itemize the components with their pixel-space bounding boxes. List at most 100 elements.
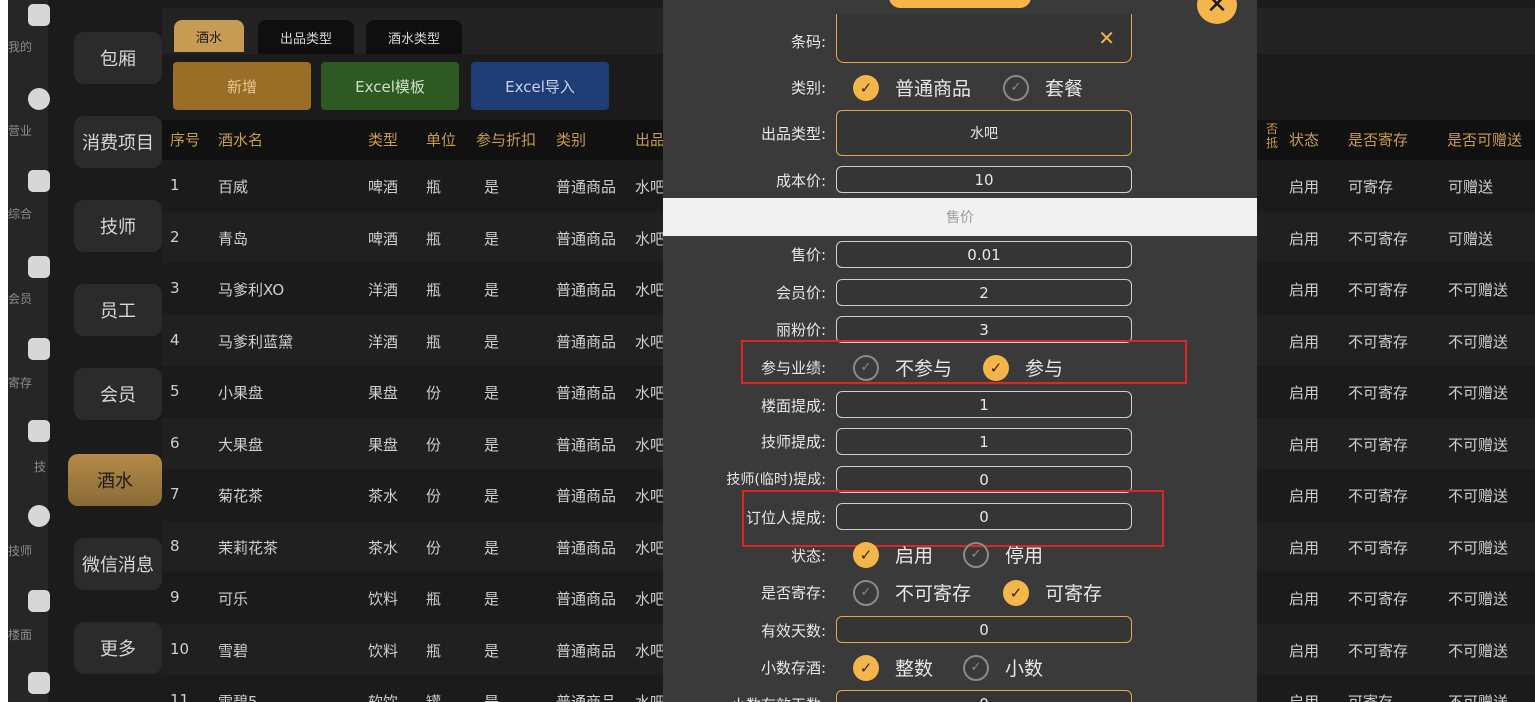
row-unit-cell: 瓶 bbox=[426, 641, 442, 660]
row-discount-cell: 是 bbox=[484, 693, 500, 702]
clear-icon[interactable]: ✕ bbox=[1098, 26, 1115, 50]
output-type-label: 出品类型: bbox=[760, 125, 826, 143]
unchecked-icon: ✓ bbox=[853, 579, 879, 606]
floor-icon[interactable] bbox=[28, 590, 50, 612]
tab-drinks[interactable]: 酒水 bbox=[174, 20, 244, 52]
row-category-cell: 普通商品 bbox=[556, 487, 617, 505]
tech-temp-commission-input[interactable]: 0 bbox=[836, 466, 1132, 493]
excel-template-button[interactable]: Excel模板 bbox=[321, 62, 459, 110]
output-type-select[interactable]: 水吧 bbox=[836, 110, 1132, 156]
row-discount-cell: 是 bbox=[484, 590, 500, 608]
row-unit-cell: 份 bbox=[426, 538, 442, 557]
row-category-cell: 普通商品 bbox=[556, 178, 617, 196]
row-name-cell: 雪碧5 bbox=[218, 693, 258, 702]
decimal-option-integer[interactable]: ✓ 整数 bbox=[853, 654, 933, 681]
excel-import-button[interactable]: Excel导入 bbox=[471, 62, 609, 110]
member-price-input[interactable]: 2 bbox=[836, 279, 1132, 306]
row-storage-cell: 可寄存 bbox=[1348, 178, 1394, 196]
col-header-fragment: 否 抵 bbox=[1266, 122, 1279, 150]
nav-label: 寄存 bbox=[8, 376, 33, 390]
row-output-cell: 水吧 bbox=[635, 693, 666, 702]
category-item-staff[interactable]: 员工 bbox=[74, 284, 162, 336]
barcode-input[interactable]: ✕ bbox=[836, 14, 1132, 63]
floor-commission-input[interactable]: 1 bbox=[836, 391, 1132, 418]
row-discount-cell: 是 bbox=[484, 487, 500, 505]
row-storage-cell: 可寄存 bbox=[1348, 693, 1394, 702]
price-input[interactable]: 0.01 bbox=[836, 241, 1132, 268]
category-item-technician[interactable]: 技师 bbox=[74, 200, 162, 252]
decimal-option-decimal[interactable]: ✓ 小数 bbox=[963, 654, 1043, 681]
row-gift-cell: 不可赠送 bbox=[1448, 281, 1509, 299]
category-item-member[interactable]: 会员 bbox=[74, 368, 162, 420]
row-gift-cell: 可赠送 bbox=[1448, 178, 1494, 196]
row-gift-cell: 不可赠送 bbox=[1448, 487, 1509, 505]
row-status-cell: 启用 bbox=[1289, 487, 1320, 505]
row-no-cell: 3 bbox=[170, 279, 180, 297]
option-text: 小数 bbox=[1005, 658, 1044, 680]
category-option-combo[interactable]: ✓ 套餐 bbox=[1003, 74, 1083, 101]
member-icon[interactable] bbox=[28, 256, 50, 278]
left-nav-strip: 我的 营业 综合 会员 寄存 技 技师 楼面 bbox=[8, 0, 50, 702]
category-item-consume[interactable]: 消费项目 bbox=[74, 116, 162, 168]
status-option-enabled[interactable]: ✓ 启用 bbox=[853, 541, 933, 568]
row-category-cell: 普通商品 bbox=[556, 590, 617, 608]
row-storage-cell: 不可寄存 bbox=[1348, 384, 1409, 402]
category-item-more[interactable]: 更多 bbox=[74, 622, 162, 674]
tab-output-type[interactable]: 出品类型 bbox=[258, 20, 354, 54]
valid-days-label: 有效天数: bbox=[760, 622, 826, 640]
row-gift-cell: 不可赠送 bbox=[1448, 590, 1509, 608]
row-unit-cell: 瓶 bbox=[426, 229, 442, 248]
row-type-cell: 软饮 bbox=[368, 693, 399, 702]
add-button[interactable]: 新增 bbox=[173, 62, 311, 110]
more-icon[interactable] bbox=[28, 672, 50, 694]
row-storage-cell: 不可寄存 bbox=[1348, 538, 1409, 557]
row-type-cell: 洋酒 bbox=[368, 332, 399, 351]
tech-commission-input[interactable]: 1 bbox=[836, 428, 1132, 455]
tech-temp-commission-label: 技师(临时)提成: bbox=[726, 472, 826, 488]
col-header-gift: 是否可赠送 bbox=[1447, 131, 1523, 149]
category-item-room[interactable]: 包厢 bbox=[74, 32, 162, 84]
row-storage-cell: 不可寄存 bbox=[1348, 641, 1409, 660]
row-no-cell: 5 bbox=[170, 382, 180, 400]
business-icon[interactable] bbox=[28, 88, 50, 110]
checked-icon: ✓ bbox=[853, 654, 879, 681]
technician-icon[interactable] bbox=[28, 505, 50, 527]
category-item-wechat[interactable]: 微信消息 bbox=[74, 538, 162, 590]
lifen-price-input[interactable]: 3 bbox=[836, 316, 1132, 343]
status-option-disabled[interactable]: ✓ 停用 bbox=[963, 541, 1043, 568]
checked-icon: ✓ bbox=[853, 74, 879, 101]
row-type-cell: 洋酒 bbox=[368, 281, 399, 299]
category-option-normal[interactable]: ✓ 普通商品 bbox=[853, 74, 971, 101]
decimal-valid-days-label: 小数有效天数: bbox=[731, 694, 826, 702]
storage-icon[interactable] bbox=[28, 338, 50, 360]
row-output-cell: 水吧 bbox=[635, 435, 666, 454]
row-storage-cell: 不可寄存 bbox=[1348, 229, 1409, 248]
col-header-discount: 参与折扣 bbox=[476, 131, 537, 149]
tab-drink-type[interactable]: 酒水类型 bbox=[366, 20, 462, 54]
row-status-cell: 启用 bbox=[1289, 435, 1320, 454]
tech-icon[interactable] bbox=[28, 420, 50, 442]
mine-icon[interactable] bbox=[28, 4, 50, 26]
row-output-cell: 水吧 bbox=[635, 229, 666, 248]
category-item-drinks[interactable]: 酒水 bbox=[68, 454, 162, 506]
cost-input[interactable]: 10 bbox=[836, 166, 1132, 193]
row-type-cell: 果盘 bbox=[368, 435, 399, 454]
row-output-cell: 水吧 bbox=[635, 641, 666, 660]
decimal-valid-days-input[interactable]: 0 bbox=[836, 690, 1132, 702]
row-discount-cell: 是 bbox=[484, 178, 500, 196]
row-name-cell: 小果盘 bbox=[218, 384, 264, 402]
valid-days-input[interactable]: 0 bbox=[836, 616, 1132, 643]
option-text: 整数 bbox=[895, 658, 934, 680]
row-type-cell: 茶水 bbox=[368, 487, 399, 505]
row-unit-cell: 份 bbox=[426, 435, 442, 454]
nav-label: 技师 bbox=[8, 544, 33, 558]
storage-option-yes[interactable]: ✓ 可寄存 bbox=[1003, 579, 1102, 606]
tech-commission-label: 技师提成: bbox=[760, 433, 826, 451]
nav-label: 会员 bbox=[8, 292, 33, 306]
row-storage-cell: 不可寄存 bbox=[1348, 487, 1409, 505]
overview-icon[interactable] bbox=[28, 170, 50, 192]
storage-option-no[interactable]: ✓ 不可寄存 bbox=[853, 579, 971, 606]
modal-top-button[interactable] bbox=[889, 0, 1031, 8]
row-status-cell: 启用 bbox=[1289, 538, 1320, 557]
close-icon[interactable]: ✕ bbox=[1197, 0, 1237, 24]
